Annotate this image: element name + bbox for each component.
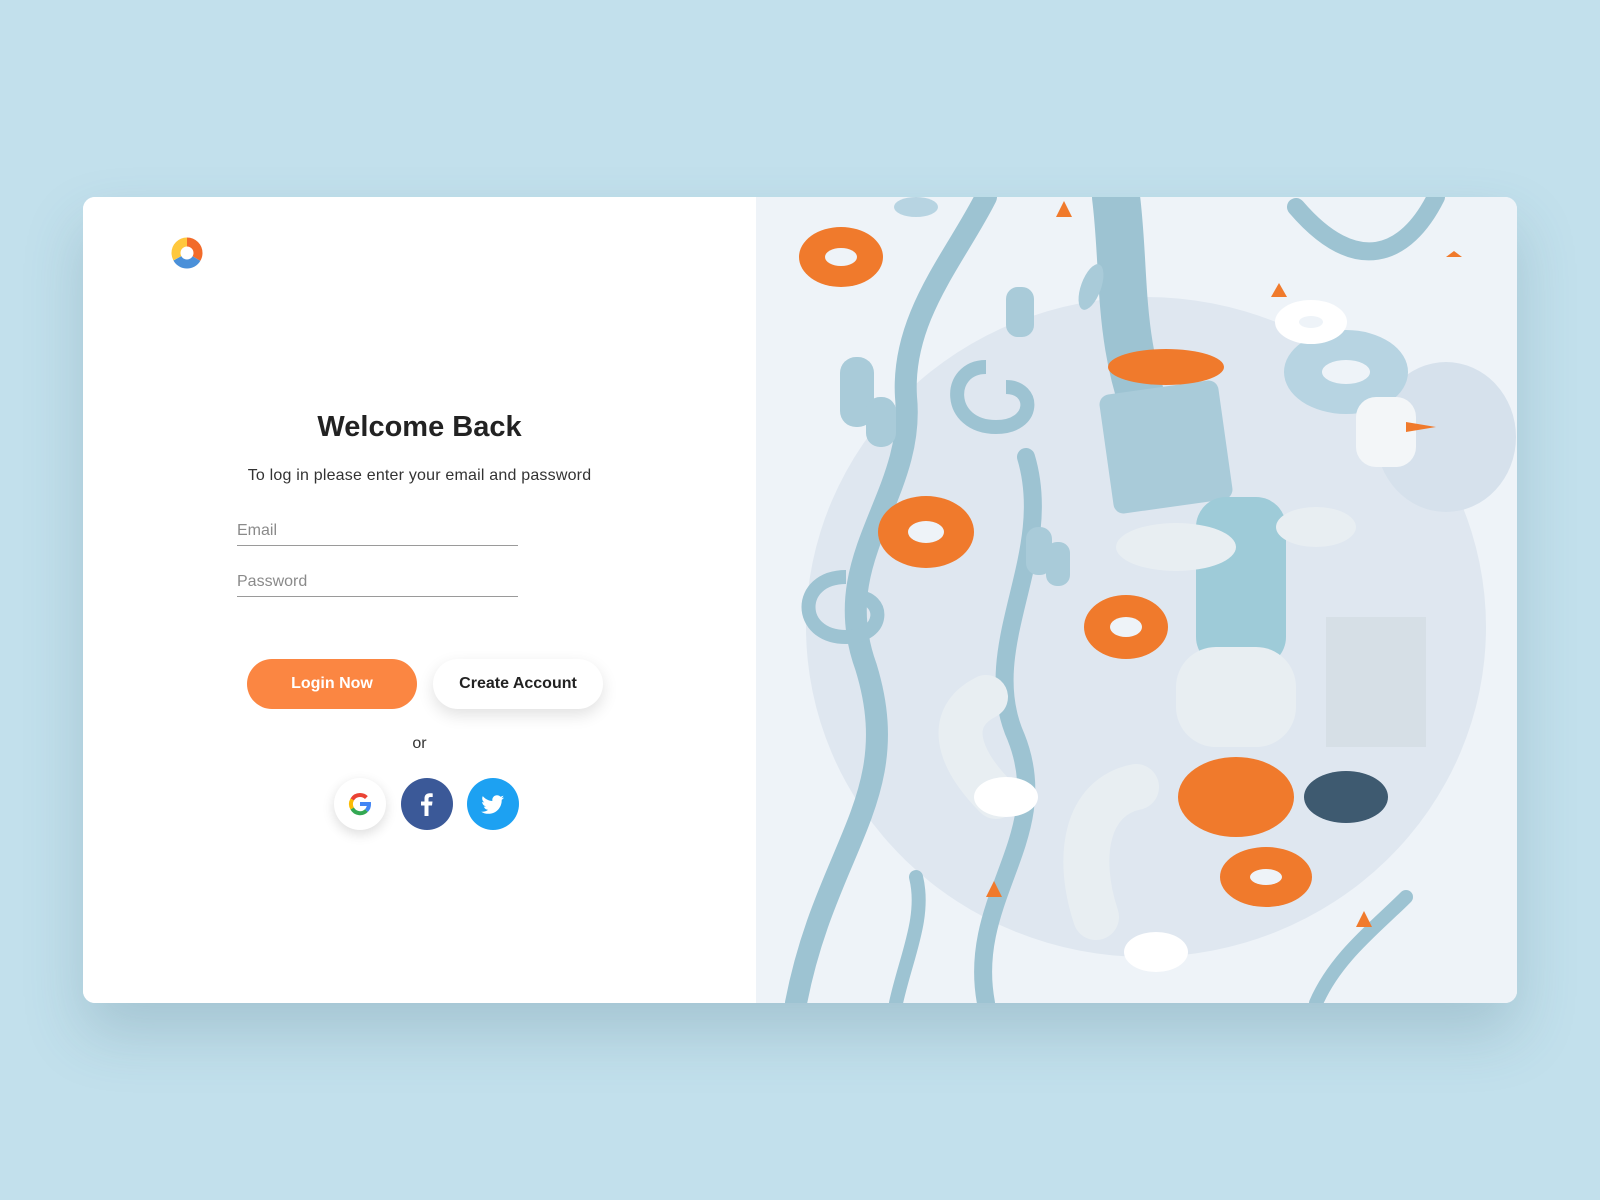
login-panel: Welcome Back To log in please enter your… — [83, 197, 756, 1003]
facebook-icon — [421, 793, 433, 816]
facebook-login-button[interactable] — [401, 778, 453, 830]
google-login-button[interactable] — [334, 778, 386, 830]
brand-logo-icon[interactable] — [171, 237, 203, 269]
page-title: Welcome Back — [317, 411, 522, 443]
email-field[interactable] — [237, 517, 518, 546]
login-card: Welcome Back To log in please enter your… — [83, 197, 1517, 1003]
page-subtitle: To log in please enter your email and pa… — [247, 467, 592, 484]
or-separator: or — [412, 735, 427, 752]
illustration-artwork — [785, 197, 1516, 1003]
illustration-panel — [756, 197, 1517, 1003]
create-account-button[interactable]: Create Account — [433, 659, 603, 709]
google-icon — [349, 792, 371, 816]
password-field[interactable] — [237, 568, 518, 597]
twitter-login-button[interactable] — [467, 778, 519, 830]
login-button[interactable]: Login Now — [247, 659, 417, 709]
twitter-icon — [481, 795, 504, 814]
